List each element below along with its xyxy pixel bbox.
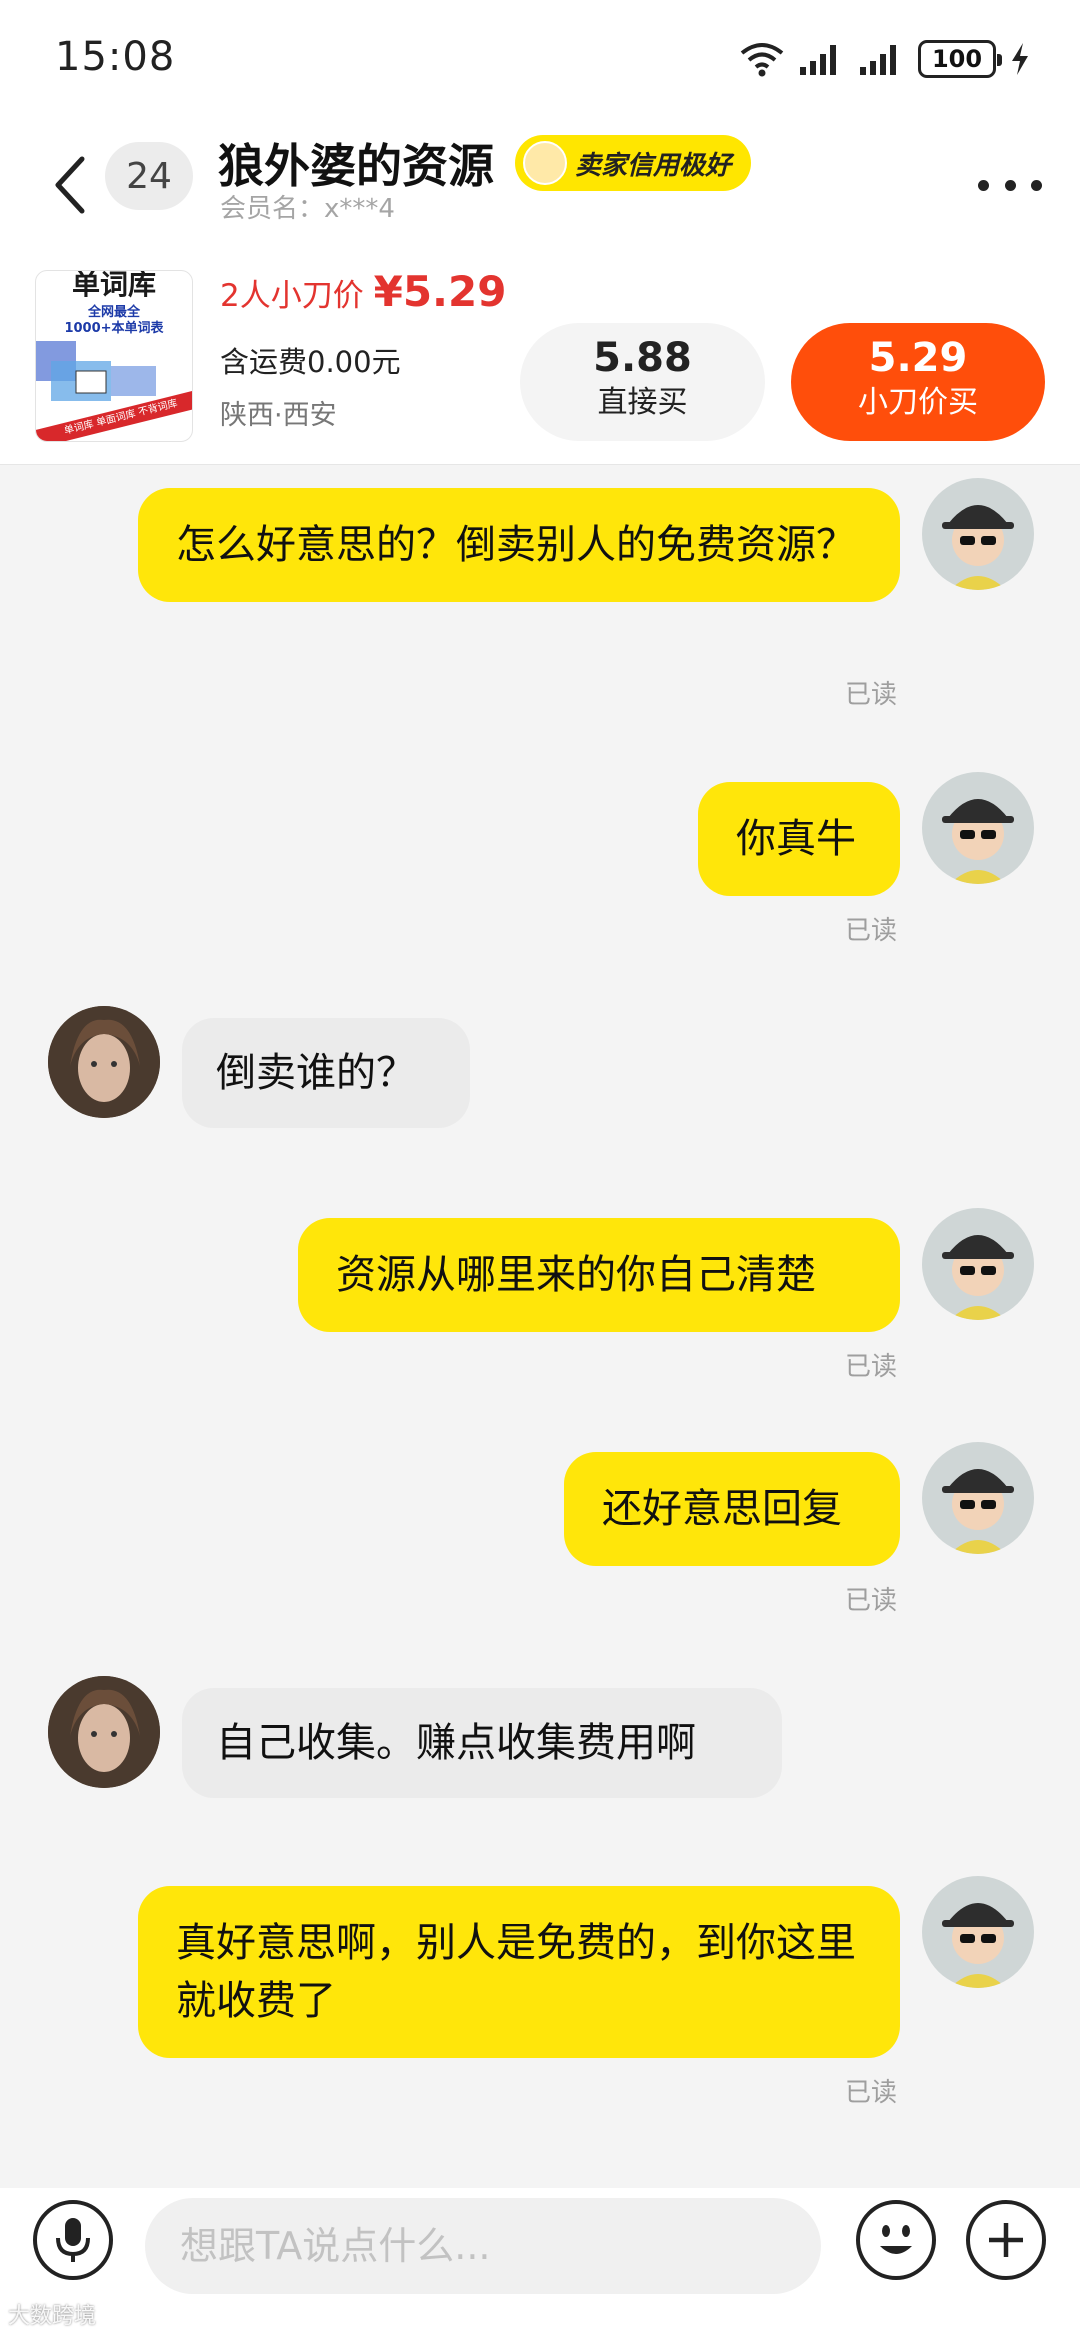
direct-buy-button[interactable]: 5.88 直接买 [520, 323, 765, 441]
cut-price-buy-button[interactable]: 5.29 小刀价买 [791, 323, 1045, 441]
more-dot [1004, 179, 1016, 191]
more-options-button[interactable] [978, 155, 1042, 215]
chat-header: 24 狼外婆的资源 卖家信用极好 会员名：x***4 [0, 120, 1080, 255]
product-price: ¥5.29 [373, 267, 507, 316]
avatar-girl-image [48, 1006, 160, 1118]
direct-buy-price: 5.88 [593, 335, 692, 381]
message-bubble-received[interactable]: 倒卖谁的？ [182, 1018, 470, 1128]
my-avatar[interactable] [922, 1876, 1034, 1988]
more-dot [1031, 179, 1042, 191]
back-button[interactable] [40, 140, 100, 230]
product-card[interactable]: 单词库 全网最全 1000+本单词表 单词库 单面词库 不背词库 2人小刀价 ¥… [0, 255, 1080, 465]
voice-button[interactable] [33, 2200, 113, 2280]
cut-buy-price: 5.29 [868, 335, 968, 381]
chevron-left-icon [55, 156, 85, 214]
avatar-boy-image [942, 1235, 1014, 1320]
plus-button[interactable] [966, 2200, 1046, 2280]
message-bubble-sent[interactable]: 还好意思回复 [564, 1452, 900, 1566]
my-avatar[interactable] [922, 1442, 1034, 1554]
my-avatar[interactable] [922, 1208, 1034, 1320]
status-icons: 100 [740, 40, 1030, 78]
emoji-smile-icon [880, 2225, 912, 2254]
cut-buy-label: 小刀价买 [858, 385, 978, 420]
shipping-info: 含运费0.00元 [220, 345, 401, 379]
product-thumbnail[interactable]: 单词库 全网最全 1000+本单词表 单词库 单面词库 不背词库 [35, 270, 193, 442]
message-bubble-sent[interactable]: 怎么好意思的？倒卖别人的免费资源？ [138, 488, 900, 602]
seller-avatar[interactable] [48, 1006, 160, 1118]
signal-icon [800, 45, 836, 75]
avatar-girl-image [48, 1676, 160, 1788]
unread-count-badge: 24 [105, 142, 193, 210]
avatar-boy-image [942, 505, 1014, 590]
price-prefix: 2人小刀价 [220, 278, 364, 314]
status-bar: 15:08 100 [0, 0, 1080, 120]
location-info: 陕西·西安 [220, 400, 337, 431]
emoji-button[interactable] [856, 2200, 936, 2280]
charging-bolt-icon [1012, 43, 1028, 75]
plus-icon [989, 2223, 1023, 2257]
message-bubble-sent[interactable]: 资源从哪里来的你自己清楚 [298, 1218, 900, 1332]
message-input-bar [0, 2188, 1080, 2331]
message-bubble-received[interactable]: 自己收集。赚点收集费用啊 [182, 1688, 782, 1798]
microphone-icon [56, 2218, 90, 2262]
read-receipt: 已读 [845, 916, 898, 946]
credit-emoji-icon [523, 141, 567, 185]
message-bubble-sent[interactable]: 真好意思啊，别人是免费的，到你这里就收费了 [138, 1886, 900, 2058]
credit-badge-label: 卖家信用极好 [575, 150, 732, 181]
wifi-icon [740, 43, 784, 77]
seller-credit-badge[interactable]: 卖家信用极好 [515, 135, 752, 191]
message-bubble-sent[interactable]: 你真牛 [698, 782, 900, 896]
my-avatar[interactable] [922, 478, 1034, 590]
battery-icon: 100 [918, 40, 1002, 78]
message-input[interactable] [145, 2198, 821, 2294]
more-dot [978, 179, 989, 191]
chat-messages[interactable]: 怎么好意思的？倒卖别人的免费资源？ 已读 你真牛 已读 倒卖谁的？ 资源从哪里来… [0, 466, 1080, 2188]
avatar-boy-image [942, 1469, 1014, 1554]
read-receipt: 已读 [845, 2078, 898, 2108]
status-time: 15:08 [55, 34, 176, 80]
read-receipt: 已读 [845, 680, 898, 710]
member-name: 会员名：x***4 [220, 194, 395, 224]
battery-level: 100 [931, 45, 983, 73]
seller-avatar[interactable] [48, 1676, 160, 1788]
avatar-boy-image [942, 1903, 1014, 1988]
product-price-line: 2人小刀价 ¥5.29 [220, 267, 506, 316]
read-receipt: 已读 [845, 1586, 898, 1616]
read-receipt: 已读 [845, 1352, 898, 1382]
avatar-boy-image [942, 799, 1014, 884]
seller-name[interactable]: 狼外婆的资源 [218, 130, 494, 196]
signal-icon-2 [860, 45, 896, 75]
direct-buy-label: 直接买 [597, 385, 688, 420]
my-avatar[interactable] [922, 772, 1034, 884]
watermark: 大数跨境 [8, 2304, 97, 2329]
